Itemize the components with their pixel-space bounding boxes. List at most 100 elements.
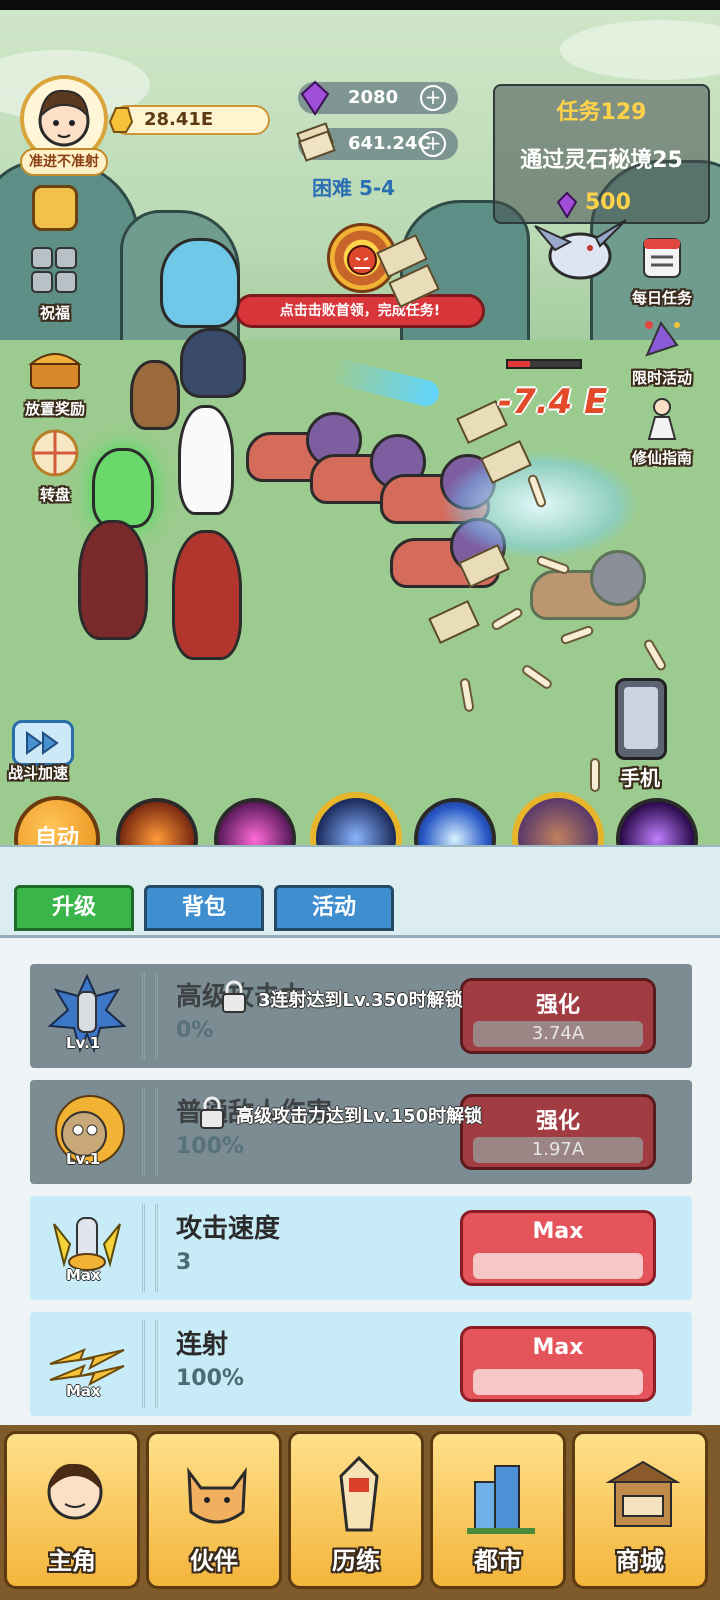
nav-hero-label: 主角 <box>48 1547 96 1575</box>
pattern-decoration <box>142 1088 158 1176</box>
cultivation-guide-label: 修仙指南 <box>631 449 692 467</box>
blue-hair-hero <box>160 238 240 328</box>
task-title: 任务129 <box>556 100 647 125</box>
trial-icon <box>339 1455 379 1532</box>
damage-number: -7.4 E <box>498 382 608 422</box>
task-description: 通过灵石秘境25 <box>520 148 683 173</box>
max-button-bar <box>473 1369 643 1395</box>
upgrade-row-attack-speed: Max 攻击速度 3 Max <box>30 1196 692 1300</box>
shop-icon <box>605 1460 681 1527</box>
enhance-button[interactable]: 强化 1.97A <box>460 1094 656 1170</box>
blessing-label: 祝福 <box>39 304 70 322</box>
treasure-chest-icon <box>28 353 82 389</box>
upgrade-level: Lv.1 <box>66 1034 101 1052</box>
upgrade-name: 连射 <box>176 1330 229 1360</box>
daily-task-button[interactable]: 每日任务 <box>612 235 712 308</box>
upgrade-level: Max <box>66 1266 101 1284</box>
pink-vortex-skill-icon[interactable] <box>214 798 296 845</box>
nav-partner[interactable]: 伙伴 <box>146 1431 282 1589</box>
enhance-button-label: 强化 <box>535 993 580 1018</box>
upgrade-name: 攻击速度 <box>176 1214 281 1244</box>
enemy-hp-fill <box>508 361 530 367</box>
city-icon <box>467 1465 535 1534</box>
nav-city[interactable]: 都市 <box>430 1431 566 1589</box>
tab-bar: 升级 背包 活动 <box>0 845 720 937</box>
daily-task-icon <box>643 238 681 278</box>
fast-forward-icon <box>26 731 59 755</box>
cash-stack-icon <box>296 122 336 162</box>
upgrade-level: Max <box>66 1382 101 1400</box>
green-hair-hero <box>92 448 154 528</box>
purple-swirl-skill-icon[interactable] <box>616 798 698 845</box>
skill-bar: 自动 <box>0 790 720 845</box>
lock-icon <box>222 980 246 1013</box>
nav-hero[interactable]: 主角 <box>4 1431 140 1589</box>
upgrade-level: Lv.1 <box>66 1150 101 1168</box>
unlock-requirement: 3连射达到Lv.350时解锁 <box>258 990 463 1011</box>
main-hero <box>178 405 234 515</box>
lightning-rune-skill-icon[interactable] <box>310 792 402 845</box>
phone-button[interactable] <box>615 678 667 760</box>
auto-skill-button[interactable]: 自动 <box>14 796 100 845</box>
upgrade-value: 100% <box>176 1366 244 1391</box>
daily-task-label: 每日任务 <box>631 289 692 307</box>
add-gems-button[interactable]: + <box>420 85 446 111</box>
max-button-label: Max <box>532 1219 584 1244</box>
minimize-button[interactable] <box>30 185 80 231</box>
cat-icon <box>187 1467 247 1524</box>
blessing-button[interactable]: 祝福 <box>10 242 100 323</box>
enhance-button-label: 强化 <box>535 1109 580 1134</box>
cash-count: 641.24C <box>348 133 431 154</box>
spin-wheel-icon <box>31 429 79 477</box>
upgrade-list: Lv.1 高级攻击力 0% 强化 3.74A 3连射达到Lv.350时解锁 Lv… <box>0 935 720 1425</box>
party-popper-icon <box>645 321 680 357</box>
idle-reward-button[interactable]: 放置奖励 <box>10 348 100 419</box>
tab-backpack[interactable]: 背包 <box>144 885 264 931</box>
max-button[interactable]: Max <box>460 1210 656 1286</box>
nav-partner-label: 伙伴 <box>190 1547 238 1575</box>
upgrade-value: 100% <box>176 1134 244 1159</box>
red-warrior-hero <box>172 530 242 660</box>
avatar-face-icon <box>38 89 90 147</box>
task-panel[interactable]: 任务129 通过灵石秘境25 500 <box>493 84 710 224</box>
bottom-navigation: 主角 伙伴 历练 都市 商城 <box>0 1425 720 1600</box>
lock-icon <box>200 1096 224 1129</box>
otter-pet <box>130 360 180 430</box>
tab-activity[interactable]: 活动 <box>274 885 394 931</box>
cultivation-guide-button[interactable]: 修仙指南 <box>612 395 712 468</box>
nav-shop[interactable]: 商城 <box>572 1431 708 1589</box>
limited-event-label: 限时活动 <box>631 369 692 387</box>
immortal-guide-icon <box>647 398 677 440</box>
ice-comet-skill-icon[interactable] <box>414 798 496 845</box>
enhance-cost: 1.97A <box>473 1137 643 1163</box>
max-button[interactable]: Max <box>460 1326 656 1402</box>
max-button-bar <box>473 1253 643 1279</box>
phone-label: 手机 <box>620 766 660 790</box>
bone-drop <box>590 758 600 792</box>
add-cash-button[interactable]: + <box>420 131 446 157</box>
phone-icon <box>624 687 658 749</box>
gold-ingot-icon <box>108 107 134 133</box>
pattern-decoration <box>142 1204 158 1292</box>
battle-speed-button[interactable] <box>12 720 74 766</box>
limited-event-button[interactable]: 限时活动 <box>612 315 712 388</box>
upgrade-row-multishot: Max 连射 100% Max <box>30 1312 692 1416</box>
elder-hero <box>78 520 148 640</box>
upgrade-panel: 升级 背包 活动 Lv.1 高级攻击力 0% 强化 3.74A 3连射达到Lv.… <box>0 845 720 1425</box>
gem-icon <box>300 80 330 116</box>
enhance-button[interactable]: 强化 3.74A <box>460 978 656 1054</box>
tab-upgrade[interactable]: 升级 <box>14 885 134 931</box>
fire-tornado-skill-icon[interactable] <box>116 798 198 845</box>
enhance-cost: 3.74A <box>473 1021 643 1047</box>
nav-trial[interactable]: 历练 <box>288 1431 424 1589</box>
battle-scene[interactable]: 准进不准射 28.41E 2080 + 641.24C + 困难 5-4 任务1… <box>0 10 720 845</box>
battle-speed-label: 战斗加速 <box>8 764 69 782</box>
boss-banner[interactable]: 点击击败首领，完成任务! <box>235 294 485 328</box>
blessing-icon <box>31 247 77 293</box>
wolf-summon-skill-icon[interactable] <box>512 792 604 845</box>
upgrade-value: 3 <box>176 1250 192 1275</box>
nav-trial-label: 历练 <box>332 1547 380 1575</box>
wheel-button[interactable]: 转盘 <box>10 428 100 505</box>
nav-shop-label: 商城 <box>616 1547 664 1575</box>
max-button-label: Max <box>532 1335 584 1360</box>
